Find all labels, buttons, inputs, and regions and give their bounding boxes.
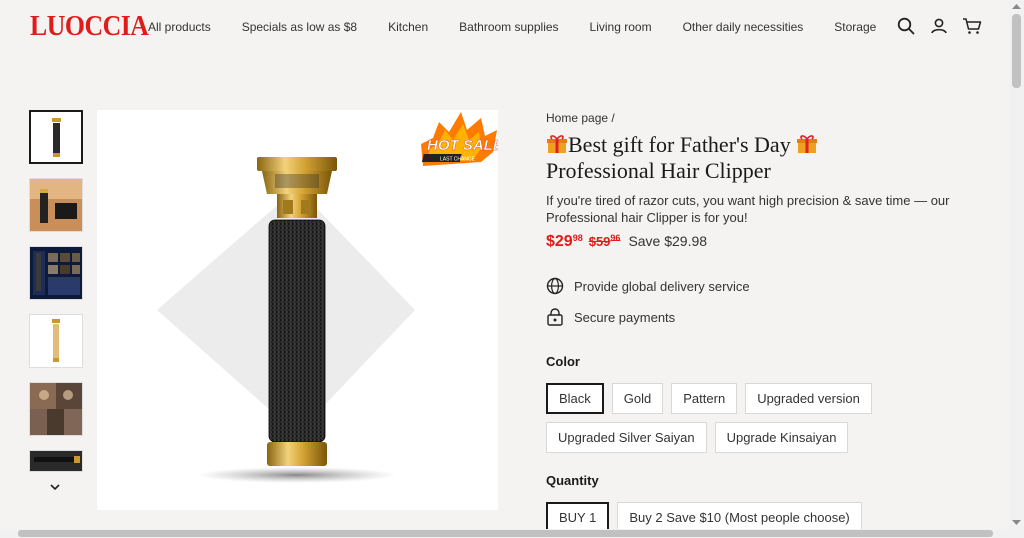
svg-text:HOT SALE: HOT SALE (427, 137, 498, 154)
color-option-upgraded-silver-saiyan[interactable]: Upgraded Silver Saiyan (546, 422, 707, 453)
price-row: $2998 $5996 Save $29.98 (546, 233, 996, 251)
thumbnail-6[interactable] (29, 450, 83, 472)
feature-payments: Secure payments (546, 308, 996, 326)
color-option-black[interactable]: Black (546, 383, 604, 414)
sale-price: $2998 (546, 233, 583, 250)
nav-bathroom-supplies[interactable]: Bathroom supplies (459, 20, 558, 34)
header-icons (896, 16, 982, 36)
product-info: Home page / Best gift for Father's Day P… (546, 111, 996, 533)
features-list: Provide global delivery service Secure p… (546, 277, 996, 326)
thumbnail-5[interactable] (29, 382, 83, 436)
feature-delivery: Provide global delivery service (546, 277, 996, 295)
color-section: Color Black Gold Pattern Upgraded versio… (546, 354, 996, 453)
color-label: Color (546, 354, 580, 369)
product-description: If you're tired of razor cuts, you want … (546, 193, 950, 225)
nav-kitchen[interactable]: Kitchen (388, 20, 428, 34)
nav-living-room[interactable]: Living room (590, 20, 652, 34)
thumbnail-2[interactable] (29, 178, 83, 232)
title-line-1: Best gift for Father's Day (568, 132, 791, 157)
title-line-2: Professional Hair Clipper (546, 158, 771, 183)
gift-icon (796, 134, 818, 154)
thumbnail-3[interactable] (29, 246, 83, 300)
quantity-section: Quantity BUY 1 Buy 2 Save $10 (Most peop… (546, 473, 996, 533)
thumbnail-4[interactable] (29, 314, 83, 368)
cart-icon[interactable] (962, 16, 982, 36)
color-option-pattern[interactable]: Pattern (671, 383, 738, 414)
horizontal-scrollbar-thumb[interactable] (18, 530, 993, 537)
site-header: LUOCCIA All products Specials as low as … (0, 0, 1009, 54)
breadcrumb[interactable]: Home page / (546, 111, 996, 125)
original-price: $5996 (588, 233, 621, 249)
color-option-gold[interactable]: Gold (611, 383, 664, 414)
gift-icon (546, 134, 568, 154)
main-product-image[interactable]: HOT SALE LAST CHANCE (97, 110, 498, 510)
nav-specials[interactable]: Specials as low as $8 (242, 20, 357, 34)
thumbnail-1[interactable] (29, 110, 83, 164)
account-icon[interactable] (929, 16, 949, 36)
savings-text: Save $29.98 (628, 233, 708, 249)
lock-icon (546, 308, 564, 326)
nav-storage[interactable]: Storage (834, 20, 876, 34)
svg-text:LAST CHANCE: LAST CHANCE (440, 157, 476, 163)
vertical-scrollbar[interactable] (1009, 0, 1024, 538)
nav-all-products[interactable]: All products (148, 20, 211, 34)
product-title: Best gift for Father's Day Professional … (546, 132, 996, 184)
color-option-upgraded-version[interactable]: Upgraded version (745, 383, 872, 414)
brand-logo[interactable]: LUOCCIA (30, 11, 149, 43)
nav-other-daily-necessities[interactable]: Other daily necessities (683, 20, 804, 34)
main-nav: All products Specials as low as $8 Kitch… (148, 20, 907, 34)
color-option-upgrade-kinsaiyan[interactable]: Upgrade Kinsaiyan (714, 422, 849, 453)
horizontal-scrollbar[interactable] (0, 529, 1009, 538)
thumbnail-scroll-down-icon[interactable] (48, 480, 62, 494)
search-icon[interactable] (896, 16, 916, 36)
thumbnail-list (29, 110, 83, 472)
globe-icon (546, 277, 564, 295)
quantity-label: Quantity (546, 473, 599, 488)
color-options: Black Gold Pattern Upgraded version Upgr… (546, 383, 996, 453)
vertical-scrollbar-thumb[interactable] (1012, 14, 1021, 88)
